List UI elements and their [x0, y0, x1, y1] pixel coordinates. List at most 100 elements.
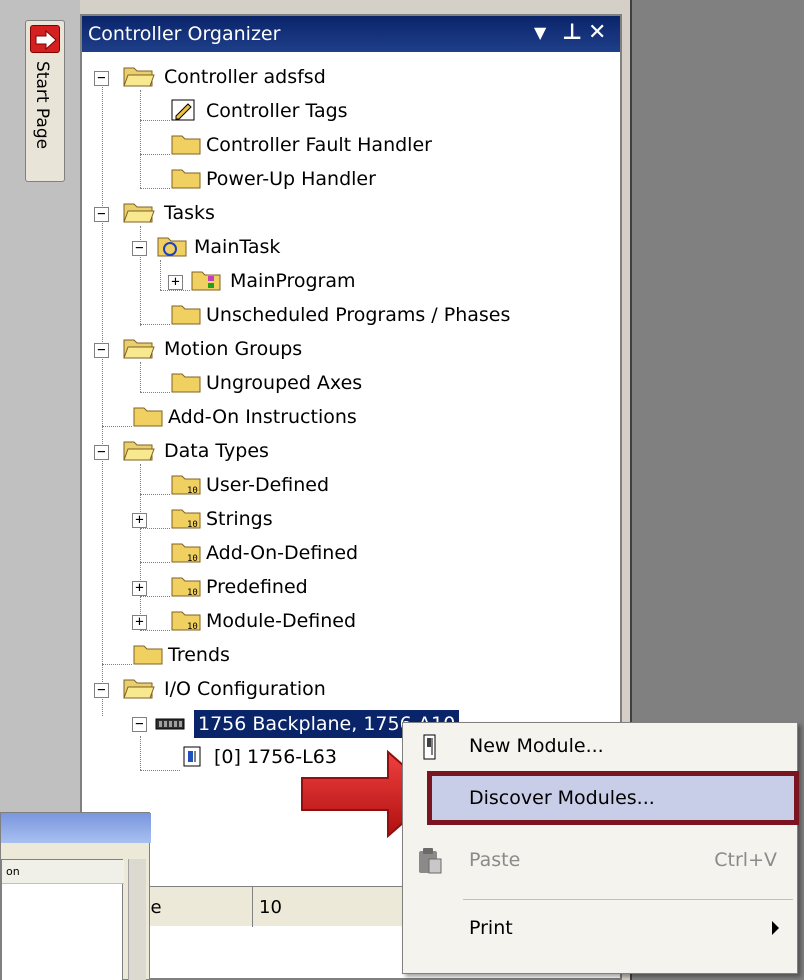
collapse-icon[interactable]: −	[132, 717, 147, 732]
organizer-title: Controller Organizer	[88, 23, 281, 45]
tree-node-io-configuration[interactable]: − I/O Configuration	[94, 676, 434, 706]
expand-icon[interactable]: +	[132, 615, 147, 630]
svg-text:10: 10	[187, 588, 198, 598]
datatype-folder-icon: 10	[171, 475, 201, 496]
tree-node-unscheduled-programs[interactable]: Unscheduled Programs / Phases	[170, 302, 590, 332]
tree-label: User-Defined	[206, 474, 330, 496]
tree-node-main-program[interactable]: + MainProgram	[168, 268, 468, 298]
module-icon	[423, 734, 436, 760]
open-folder-icon	[123, 67, 155, 87]
collapse-icon[interactable]: −	[94, 683, 109, 698]
tree-label: I/O Configuration	[164, 678, 326, 700]
menu-item-new-module[interactable]: New Module...	[403, 727, 797, 767]
collapse-icon[interactable]: −	[94, 207, 109, 222]
tree-node-add-on-defined[interactable]: 10 Add-On-Defined	[170, 540, 470, 570]
submenu-arrow-icon	[772, 921, 779, 935]
menu-separator	[463, 899, 793, 900]
folder-icon	[171, 169, 201, 189]
tree-node-strings[interactable]: + 10 Strings	[132, 506, 432, 536]
tree-node-controller[interactable]: − Controller adsfsd	[94, 64, 494, 94]
menu-label: Paste	[469, 849, 521, 871]
tag-edit-icon	[171, 99, 195, 121]
paste-icon	[419, 848, 442, 874]
pin-icon[interactable]: ⊥	[562, 20, 582, 46]
menu-label: Print	[469, 917, 513, 939]
collapse-icon[interactable]: −	[94, 71, 109, 86]
close-icon[interactable]: ✕	[588, 20, 606, 46]
folder-icon	[133, 407, 163, 427]
tree-node-predefined[interactable]: + 10 Predefined	[132, 574, 432, 604]
collapse-icon[interactable]: −	[132, 241, 147, 256]
tree-node-power-up-handler[interactable]: Power-Up Handler	[170, 166, 490, 196]
tree-label: Controller Fault Handler	[206, 134, 432, 156]
background-dialog: on	[0, 812, 151, 980]
svg-text:10: 10	[187, 520, 198, 530]
tree-node-tasks[interactable]: − Tasks	[94, 200, 394, 230]
tree-label: Data Types	[164, 440, 269, 462]
program-folder-icon	[191, 271, 221, 291]
task-folder-icon	[157, 237, 187, 257]
menu-shortcut: Ctrl+V	[714, 849, 777, 871]
menu-label: Discover Modules...	[469, 787, 655, 809]
datatype-folder-icon: 10	[171, 543, 201, 564]
tree-label: Motion Groups	[164, 338, 303, 360]
collapse-icon[interactable]: −	[94, 445, 109, 460]
folder-icon	[171, 305, 201, 325]
menu-item-print[interactable]: Print	[403, 909, 797, 949]
tree-label: Strings	[206, 508, 273, 530]
tree-node-controller-tags[interactable]: Controller Tags	[170, 98, 470, 128]
dialog-column-header[interactable]: on	[2, 860, 124, 884]
tree-node-main-task[interactable]: − MainTask	[132, 234, 432, 264]
collapse-icon[interactable]: −	[94, 343, 109, 358]
context-menu: New Module... Discover Modules... Paste …	[402, 722, 799, 974]
open-folder-icon	[123, 679, 155, 699]
tree-label: Ungrouped Axes	[206, 372, 363, 394]
folder-icon	[171, 373, 201, 393]
tree-label: Power-Up Handler	[206, 168, 376, 190]
tree-node-add-on-instructions[interactable]: Add-On Instructions	[132, 404, 472, 434]
expand-icon[interactable]: +	[132, 513, 147, 528]
tree-node-trends[interactable]: Trends	[132, 642, 432, 672]
folder-icon	[171, 135, 201, 155]
tree-label: MainTask	[194, 236, 281, 258]
start-page-tab[interactable]: Start Page	[25, 20, 65, 182]
tree-label: Add-On Instructions	[168, 406, 357, 428]
tree-label: Tasks	[164, 202, 215, 224]
start-page-arrow-icon	[30, 25, 60, 53]
property-value: 10	[259, 897, 282, 918]
tree-node-motion-groups[interactable]: − Motion Groups	[94, 336, 394, 366]
backplane-icon	[155, 718, 185, 730]
tree-node-fault-handler[interactable]: Controller Fault Handler	[170, 132, 490, 162]
open-folder-icon	[123, 203, 155, 223]
datatype-folder-icon: 10	[171, 509, 201, 530]
tree-label: Trends	[168, 644, 230, 666]
tree-label: Controller Tags	[206, 100, 348, 122]
tree-node-data-types[interactable]: − Data Types	[94, 438, 394, 468]
datatype-folder-icon: 10	[171, 577, 201, 598]
svg-text:10: 10	[187, 554, 198, 564]
tree-label: Predefined	[206, 576, 308, 598]
dialog-titlebar	[1, 813, 151, 843]
menu-item-paste[interactable]: Paste Ctrl+V	[403, 841, 797, 881]
dialog-list: on	[1, 859, 124, 980]
svg-text:10: 10	[187, 486, 198, 496]
controller-module-icon	[183, 746, 201, 767]
tree-node-ungrouped-axes[interactable]: Ungrouped Axes	[170, 370, 470, 400]
tree-label: MainProgram	[230, 270, 356, 292]
tree-label: Unscheduled Programs / Phases	[206, 304, 511, 326]
datatype-folder-icon: 10	[171, 611, 201, 632]
organizer-tree: − Controller adsfsd Controller Tags Cont…	[82, 56, 620, 816]
tree-node-module-defined[interactable]: + 10 Module-Defined	[132, 608, 452, 638]
menu-label: New Module...	[469, 735, 604, 757]
expand-icon[interactable]: +	[132, 581, 147, 596]
expand-icon[interactable]: +	[168, 275, 183, 290]
tree-label: Module-Defined	[206, 610, 357, 632]
menu-item-discover-modules[interactable]: Discover Modules...	[403, 779, 797, 819]
folder-icon	[133, 645, 163, 665]
tree-node-user-defined[interactable]: 10 User-Defined	[170, 472, 470, 502]
dropdown-icon[interactable]: ▼	[534, 20, 546, 46]
organizer-titlebar: Controller Organizer ▼ ⊥ ✕	[82, 16, 620, 52]
tree-label: Add-On-Defined	[206, 542, 359, 564]
open-folder-icon	[123, 441, 155, 461]
dialog-scrollbar[interactable]	[128, 859, 146, 980]
